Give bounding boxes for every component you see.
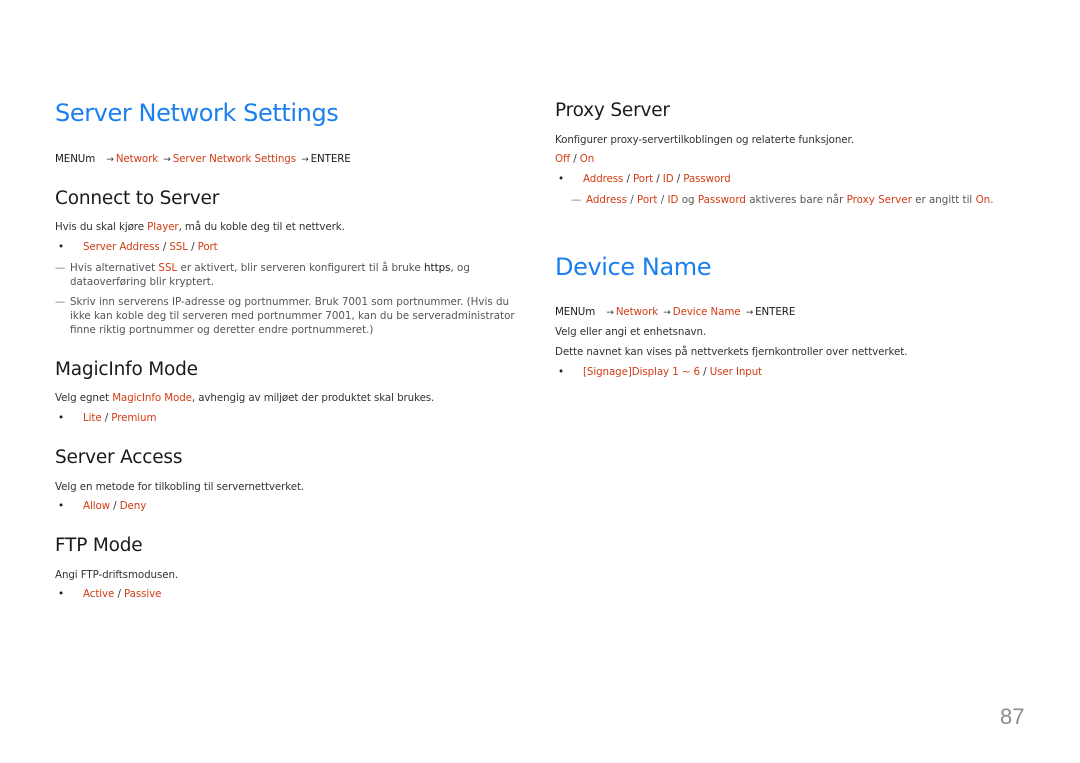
arrow-icon: → xyxy=(606,308,614,318)
option-user-input: User Input xyxy=(709,366,763,378)
section-heading-ftp-mode: FTP Mode xyxy=(55,535,143,556)
text: , avhengig av miljøet der produktet skal… xyxy=(191,392,435,404)
ssl-link: SSL xyxy=(158,262,178,274)
text: er aktivert, blir serveren konfigurert t… xyxy=(177,262,424,274)
note-dash-icon: — xyxy=(55,262,66,274)
proxy-toggle-options: Off / On xyxy=(555,153,595,165)
text: Hvis du skal kjøre xyxy=(55,221,148,233)
breadcrumb-item-server-network-settings[interactable]: Server Network Settings xyxy=(173,153,296,165)
option-deny: Deny xyxy=(119,500,147,512)
connect-description: Hvis du skal kjøre Player, må du koble d… xyxy=(55,221,345,233)
page-number: 87 xyxy=(1000,704,1025,729)
option-password: Password xyxy=(683,173,731,185)
breadcrumb-item-device-name[interactable]: Device Name xyxy=(673,306,741,318)
section-heading-server-access: Server Access xyxy=(55,447,183,468)
text: og xyxy=(678,194,698,206)
player-link: Player xyxy=(147,221,179,233)
breadcrumb-item-network[interactable]: Network xyxy=(116,153,158,165)
option-server-address: Server Address xyxy=(83,241,160,253)
section-heading-proxy-server: Proxy Server xyxy=(555,100,670,121)
port-term: Port xyxy=(637,194,658,206)
option-id: ID xyxy=(662,173,674,185)
section-heading-magicinfo-mode: MagicInfo Mode xyxy=(55,359,198,380)
arrow-icon: → xyxy=(663,308,671,318)
option-ssl: SSL xyxy=(169,241,188,253)
option-active: Active xyxy=(83,588,115,600)
access-options: • Allow / Deny xyxy=(55,500,146,512)
arrow-icon: → xyxy=(163,155,171,165)
arrow-icon: → xyxy=(106,155,114,165)
proxy-description: Konfigurer proxy-servertilkoblingen og r… xyxy=(555,134,854,146)
access-description: Velg en metode for tilkobling til server… xyxy=(55,481,305,493)
text: Velg egnet xyxy=(55,392,113,404)
device-options: • [Signage]Display 1 ~ 6 / User Input xyxy=(555,366,762,378)
option-port: Port xyxy=(633,173,654,185)
breadcrumb: MENUm → Network → Server Network Settings … xyxy=(55,153,351,165)
bullet-icon: • xyxy=(558,173,564,185)
option-premium: Premium xyxy=(111,412,157,424)
device-description-2: Dette navnet kan vises på nettverkets fj… xyxy=(555,346,908,358)
magicinfo-description: Velg egnet MagicInfo Mode, avhengig av m… xyxy=(55,392,434,404)
connect-options: • Server Address / SSL / Port xyxy=(55,241,218,253)
text: aktiveres bare når xyxy=(745,194,847,206)
enter-key: ENTERE xyxy=(310,153,351,165)
bullet-icon: • xyxy=(58,500,64,512)
arrow-icon: → xyxy=(745,308,754,318)
menu-key: MENUm xyxy=(55,153,96,165)
option-allow: Allow xyxy=(83,500,110,512)
ftp-options: • Active / Passive xyxy=(55,588,161,600)
option-address: Address xyxy=(583,173,624,185)
note-ssl: — Hvis alternativet SSL er aktivert, bli… xyxy=(55,261,530,289)
id-term: ID xyxy=(667,194,679,206)
bullet-icon: • xyxy=(558,366,564,378)
text: . xyxy=(990,194,994,206)
page-title: Server Network Settings xyxy=(55,99,339,127)
bullet-icon: • xyxy=(58,241,64,253)
address-term: Address xyxy=(586,194,628,206)
magicinfo-options: • Lite / Premium xyxy=(55,412,157,424)
option-on: On xyxy=(579,153,595,165)
option-signage-display: [Signage]Display 1 ~ 6 xyxy=(583,366,700,378)
proxy-note: — Address / Port / ID og Password aktive… xyxy=(571,194,994,206)
device-breadcrumb: MENUm → Network → Device Name → ENTERE xyxy=(555,306,795,318)
note-dash-icon: — xyxy=(571,194,582,206)
breadcrumb-item-network[interactable]: Network xyxy=(616,306,658,318)
on-term: On xyxy=(975,194,991,206)
device-name-title: Device Name xyxy=(555,253,712,281)
menu-key: MENUm xyxy=(555,306,596,318)
option-off: Off xyxy=(555,153,571,165)
magicinfo-link: MagicInfo Mode xyxy=(112,392,192,404)
device-description-1: Velg eller angi et enhetsnavn. xyxy=(555,326,707,338)
option-passive: Passive xyxy=(123,588,162,600)
bullet-icon: • xyxy=(58,588,64,600)
proxy-server-term: Proxy Server xyxy=(846,194,912,206)
arrow-icon: → xyxy=(301,155,309,165)
https-term: https xyxy=(424,262,451,274)
option-port: Port xyxy=(197,241,218,253)
enter-key: ENTERE xyxy=(755,306,796,318)
text: er angitt til xyxy=(911,194,976,206)
bullet-icon: • xyxy=(58,412,64,424)
text: Hvis alternativet xyxy=(70,262,159,274)
note-dash-icon: — xyxy=(55,296,66,308)
proxy-options: • Address / Port / ID / Password xyxy=(555,173,731,185)
ftp-description: Angi FTP-driftsmodusen. xyxy=(55,569,179,581)
option-lite: Lite xyxy=(83,412,102,424)
password-term: Password xyxy=(697,194,746,206)
text: , må du koble deg til et nettverk. xyxy=(178,221,345,233)
note-text: Skriv inn serverens IP-adresse og portnu… xyxy=(70,296,515,336)
section-heading-connect-to-server: Connect to Server xyxy=(55,188,220,209)
note-port: — Skriv inn serverens IP-adresse og port… xyxy=(55,295,530,337)
